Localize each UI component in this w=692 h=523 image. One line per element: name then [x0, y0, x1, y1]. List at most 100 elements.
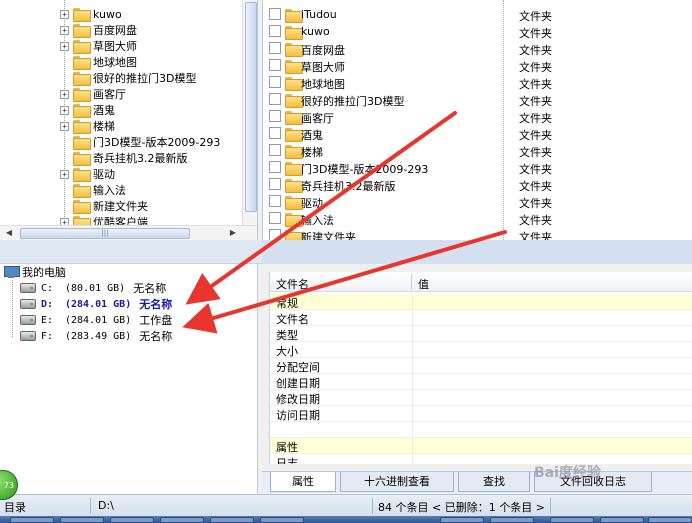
taskbar-button[interactable] [210, 517, 254, 523]
property-row[interactable]: 分配空间 [270, 358, 692, 374]
scroll-right-icon[interactable]: ▶ [226, 227, 240, 239]
row-checkbox[interactable] [269, 178, 281, 190]
expand-icon[interactable]: + [60, 121, 69, 131]
pane-splitter-right[interactable] [262, 240, 692, 264]
expand-icon[interactable]: + [60, 169, 69, 179]
property-row[interactable] [270, 422, 692, 438]
tree-item[interactable]: 地球地图 [60, 54, 137, 70]
file-row[interactable]: 画客厅 文件夹 [263, 108, 692, 125]
row-checkbox[interactable] [269, 127, 281, 139]
property-grid[interactable]: 文件名 值 常规 文件名 类型 大小 分配空间 创建日期 修改日期 访问日期 属性 日志 [269, 272, 692, 464]
tree-horizontal-scrollbar[interactable]: ◀ ||| ▶ [0, 225, 257, 240]
file-row[interactable]: 新建文件夹 文件夹 [263, 227, 692, 240]
drive-item[interactable]: D: (284.01 GB) 无名称 [20, 296, 172, 312]
expand-icon[interactable]: + [60, 9, 69, 19]
hard-drive-icon [20, 299, 36, 309]
drive-item[interactable]: F: (283.49 GB) 无名称 [20, 328, 172, 344]
tab-2[interactable]: 查找 [458, 472, 530, 492]
row-checkbox[interactable] [269, 110, 281, 122]
tab-1[interactable]: 十六进制查看 [340, 472, 454, 492]
property-row[interactable]: 属性 [270, 438, 692, 454]
property-row[interactable]: 大小 [270, 342, 692, 358]
taskbar-button[interactable] [10, 517, 54, 523]
tree-item[interactable]: + 楼梯 [60, 118, 115, 134]
tree-item[interactable]: + 草图大师 [60, 38, 137, 54]
file-row[interactable]: 草图大师 文件夹 [263, 57, 692, 74]
scroll-left-icon[interactable]: ◀ [2, 227, 16, 239]
row-checkbox[interactable] [269, 195, 281, 207]
expand-icon[interactable]: + [60, 105, 69, 115]
expand-icon[interactable]: + [60, 41, 69, 51]
tree-item-label: 百度网盘 [93, 24, 137, 37]
windows-taskbar[interactable] [0, 516, 692, 523]
file-row[interactable]: 楼梯 文件夹 [263, 142, 692, 159]
row-checkbox[interactable] [269, 25, 281, 37]
file-row[interactable]: 很好的推拉门3D模型 文件夹 [263, 91, 692, 108]
pane-splitter[interactable] [0, 240, 692, 264]
property-row[interactable]: 常规 [270, 294, 692, 310]
expand-icon[interactable]: + [60, 89, 69, 99]
row-checkbox[interactable] [269, 212, 281, 224]
tree-item[interactable]: 门3D模型-版本2009-293 [60, 134, 220, 150]
column-header-value[interactable]: 值 [418, 276, 429, 292]
drive-item[interactable]: E: (284.01 GB) 工作盘 [20, 312, 172, 328]
row-checkbox[interactable] [269, 229, 281, 240]
taskbar-button[interactable] [110, 517, 154, 523]
row-checkbox[interactable] [269, 93, 281, 105]
tree-item[interactable]: + 酒鬼 [60, 102, 115, 118]
taskbar-button[interactable] [260, 517, 304, 523]
expand-icon[interactable]: + [60, 25, 69, 35]
tree-item[interactable]: + 画客厅 [60, 86, 126, 102]
property-row[interactable]: 文件名 [270, 310, 692, 326]
row-checkbox[interactable] [269, 161, 281, 173]
tree-item-my-computer[interactable]: 我的电脑 [4, 264, 66, 280]
row-checkbox[interactable] [269, 144, 281, 156]
file-list-pane[interactable]: iTudou 文件夹 kuwo 文件夹 百度网盘 文件夹 草图大师 文件夹 地球地图 文件夹 很好的… [262, 0, 692, 240]
property-row[interactable]: 日志 [270, 454, 692, 464]
file-row[interactable]: 奇兵挂机3.2最新版 文件夹 [263, 176, 692, 193]
file-name: 新建文件夹 [301, 231, 356, 240]
taskbar-button[interactable] [550, 517, 594, 523]
tree-item-label: 门3D模型-版本2009-293 [93, 136, 221, 149]
property-row[interactable]: 创建日期 [270, 374, 692, 390]
row-checkbox[interactable] [269, 42, 281, 54]
tree-horizontal-scroll-thumb[interactable]: ||| [20, 228, 190, 239]
tree-item[interactable]: + kuwo [60, 6, 122, 22]
property-row[interactable]: 访问日期 [270, 406, 692, 422]
file-row[interactable]: 酒鬼 文件夹 [263, 125, 692, 142]
taskbar-button[interactable] [60, 517, 104, 523]
tree-item[interactable]: + 百度网盘 [60, 22, 137, 38]
tree-item[interactable]: + 驱动 [60, 166, 115, 182]
taskbar-button[interactable] [490, 517, 534, 523]
file-row[interactable]: 地球地图 文件夹 [263, 74, 692, 91]
file-row[interactable]: 输入法 文件夹 [263, 210, 692, 227]
drive-tree-pane[interactable]: 我的电脑 C: (80.01 GB) 无名称 D: (284.01 GB) 无名称 E: (2… [0, 264, 258, 494]
row-checkbox[interactable] [269, 59, 281, 71]
tree-vertical-scrollbar[interactable] [242, 0, 257, 225]
taskbar-button[interactable] [160, 517, 204, 523]
column-separator[interactable] [411, 274, 412, 290]
property-row[interactable]: 类型 [270, 326, 692, 342]
file-row[interactable]: kuwo 文件夹 [263, 23, 692, 40]
property-row[interactable]: 修改日期 [270, 390, 692, 406]
taskbar-button[interactable] [440, 517, 484, 523]
drive-connector-line [12, 280, 13, 337]
row-checkbox[interactable] [269, 8, 281, 20]
tree-item[interactable]: 很好的推拉门3D模型 [60, 70, 196, 86]
tab-0[interactable]: 属性 [270, 472, 336, 492]
folder-icon [73, 72, 91, 86]
file-row[interactable]: 百度网盘 文件夹 [263, 40, 692, 57]
taskbar-button[interactable] [648, 517, 692, 523]
row-checkbox[interactable] [269, 76, 281, 88]
folder-tree-pane[interactable]: + kuwo + 百度网盘 + 草图大师 地球地图 很好的推拉门3D模型 + 画客厅 + 酒鬼 + 楼梯门… [0, 0, 258, 240]
tree-item[interactable]: 输入法 [60, 182, 126, 198]
column-header-name[interactable]: 文件名 [276, 276, 309, 292]
tree-item[interactable]: 新建文件夹 [60, 198, 148, 214]
file-row[interactable]: 驱动 文件夹 [263, 193, 692, 210]
file-row[interactable]: iTudou 文件夹 [263, 6, 692, 23]
file-row[interactable]: 门3D模型-版本2009-293 文件夹 [263, 159, 692, 176]
drive-item[interactable]: C: (80.01 GB) 无名称 [20, 280, 166, 296]
taskbar-button[interactable] [600, 517, 644, 523]
tree-item[interactable]: 奇兵挂机3.2最新版 [60, 150, 188, 166]
tree-vertical-scroll-thumb[interactable] [245, 2, 257, 212]
